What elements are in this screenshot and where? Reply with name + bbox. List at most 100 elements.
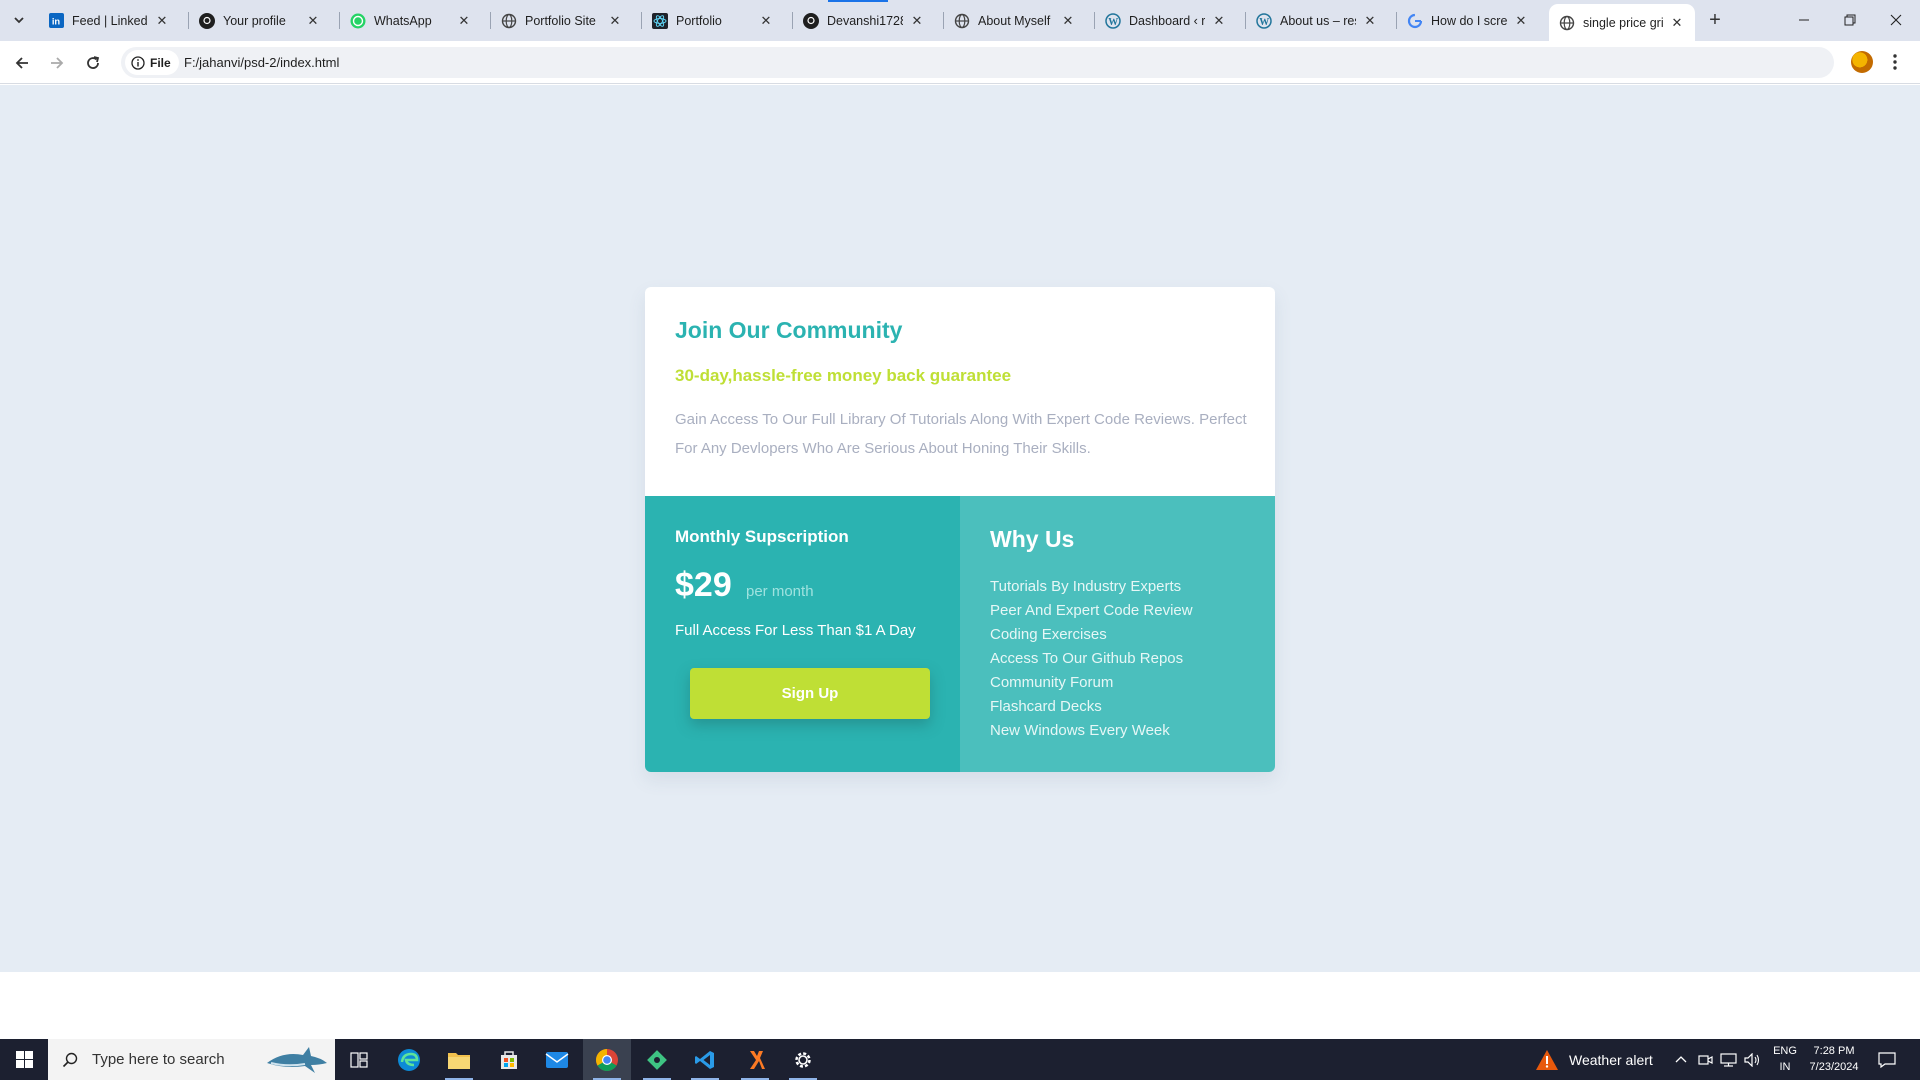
taskbar-search-box[interactable]: Type here to search	[48, 1039, 335, 1080]
sign-up-button[interactable]: Sign Up	[690, 668, 930, 719]
tab-single-price-grid[interactable]: single price gri ✕	[1549, 4, 1695, 41]
why-us-title: Why Us	[990, 526, 1075, 552]
url-text[interactable]: F:/jahanvi/psd-2/index.html	[184, 55, 339, 70]
close-icon[interactable]: ✕	[1211, 13, 1227, 29]
close-icon[interactable]: ✕	[758, 13, 774, 29]
plus-icon: +	[1709, 8, 1721, 31]
tab-portfolio[interactable]: Portfolio ✕	[642, 8, 784, 33]
svg-text:W: W	[1108, 17, 1118, 28]
meet-now-button[interactable]	[1698, 1039, 1713, 1080]
git-icon	[647, 1049, 667, 1070]
tab-about-us[interactable]: W About us – res ✕	[1246, 8, 1388, 33]
restore-button[interactable]	[1827, 0, 1873, 40]
minimize-button[interactable]	[1781, 0, 1827, 40]
camera-icon	[1698, 1054, 1713, 1065]
forward-button[interactable]	[43, 49, 71, 77]
tab-title: WhatsApp	[374, 13, 432, 28]
google-icon	[1407, 13, 1423, 29]
taskbar-git-app[interactable]	[633, 1039, 681, 1080]
search-placeholder: Type here to search	[92, 1051, 225, 1068]
reload-button[interactable]	[79, 49, 107, 77]
close-icon	[1890, 14, 1902, 26]
why-us-panel: Why Us Tutorials By Industry Experts Pee…	[960, 496, 1275, 772]
start-button[interactable]	[0, 1039, 48, 1080]
taskbar-vscode[interactable]	[681, 1039, 729, 1080]
site-info-chip[interactable]: File	[125, 50, 179, 75]
tab-github-profile[interactable]: Your profile ✕	[189, 8, 331, 33]
taskbar-chrome[interactable]	[583, 1039, 631, 1080]
globe-icon	[1559, 15, 1575, 31]
tab-title: About Myself S	[978, 13, 1054, 28]
notifications-button[interactable]	[1878, 1039, 1896, 1080]
clock[interactable]: 7:28 PM 7/23/2024	[1802, 1043, 1866, 1075]
close-window-button[interactable]	[1873, 0, 1919, 40]
taskbar-settings[interactable]	[779, 1039, 827, 1080]
chevron-down-icon	[14, 17, 24, 24]
wordpress-icon: W	[1256, 12, 1272, 29]
tab-title: Feed | LinkedIn	[72, 13, 148, 28]
task-view-button[interactable]	[335, 1039, 383, 1080]
tab-dashboard[interactable]: W Dashboard ‹ re ✕	[1095, 8, 1237, 33]
weather-widget[interactable]: Weather alert	[1535, 1039, 1653, 1080]
taskbar-store[interactable]	[485, 1039, 533, 1080]
edge-icon	[398, 1048, 420, 1071]
close-icon[interactable]: ✕	[1362, 13, 1378, 29]
loading-indicator	[828, 0, 888, 2]
github-icon	[199, 12, 215, 29]
tab-github-repo[interactable]: Devanshi1728/ ✕	[793, 8, 935, 33]
linkedin-icon: in	[48, 13, 64, 29]
list-item: Flashcard Decks	[990, 698, 1102, 715]
gear-icon	[795, 1051, 811, 1068]
tab-title: single price gri	[1583, 15, 1663, 30]
close-icon[interactable]: ✕	[1513, 13, 1529, 29]
list-item: Community Forum	[990, 674, 1114, 691]
arrow-right-icon	[51, 57, 64, 69]
show-hidden-icons-button[interactable]	[1675, 1039, 1687, 1080]
svg-text:W: W	[1259, 17, 1269, 28]
taskbar-xampp[interactable]	[731, 1039, 779, 1080]
network-button[interactable]	[1720, 1039, 1737, 1080]
taskbar-edge[interactable]	[385, 1039, 433, 1080]
back-button[interactable]	[8, 49, 36, 77]
language-indicator[interactable]: ENG IN	[1770, 1043, 1800, 1075]
arrow-left-icon	[15, 57, 28, 69]
language-code: ENG	[1773, 1045, 1797, 1057]
close-icon[interactable]: ✕	[1060, 13, 1076, 29]
tab-about-myself[interactable]: About Myself S ✕	[944, 8, 1086, 33]
list-item: Access To Our Github Repos	[990, 650, 1184, 667]
volume-button[interactable]	[1744, 1039, 1761, 1080]
tab-title: Portfolio	[676, 13, 722, 28]
more-vertical-icon	[1893, 54, 1897, 70]
browser-menu-button[interactable]	[1885, 51, 1905, 73]
tab-search-button[interactable]	[6, 8, 32, 32]
tab-portfolio-site[interactable]: Portfolio Site ✕	[491, 8, 633, 33]
price-period: per month	[746, 583, 814, 600]
profile-avatar[interactable]	[1851, 51, 1873, 73]
whatsapp-icon	[350, 13, 366, 29]
close-icon[interactable]: ✕	[607, 13, 623, 29]
clock-date: 7/23/2024	[1809, 1061, 1859, 1073]
tab-whatsapp[interactable]: WhatsApp ✕	[340, 8, 482, 33]
wordpress-icon: W	[1105, 12, 1121, 29]
benefits-list: Tutorials By Industry Experts Peer And E…	[990, 575, 1193, 743]
price-amount: $29	[675, 566, 732, 604]
close-icon[interactable]: ✕	[1669, 15, 1685, 31]
globe-icon	[954, 13, 970, 29]
close-icon[interactable]: ✕	[456, 13, 472, 29]
new-tab-button[interactable]: +	[1703, 8, 1727, 32]
tab-linkedin[interactable]: in Feed | LinkedIn ✕	[38, 8, 180, 33]
search-icon	[62, 1052, 78, 1068]
react-icon	[652, 12, 668, 29]
close-icon[interactable]: ✕	[909, 13, 925, 29]
taskbar-mail[interactable]	[533, 1039, 581, 1080]
address-bar[interactable]: File F:/jahanvi/psd-2/index.html	[121, 47, 1834, 78]
close-icon[interactable]: ✕	[154, 13, 170, 29]
tab-google-search[interactable]: How do I scree ✕	[1397, 8, 1539, 33]
chrome-icon	[596, 1048, 618, 1071]
mail-icon	[545, 1051, 569, 1068]
taskbar-file-explorer[interactable]	[435, 1039, 483, 1080]
list-item: Peer And Expert Code Review	[990, 602, 1193, 619]
subscription-panel: Monthly Supscription $29 per month Full …	[645, 496, 960, 772]
svg-text:in: in	[51, 17, 60, 27]
close-icon[interactable]: ✕	[305, 13, 321, 29]
